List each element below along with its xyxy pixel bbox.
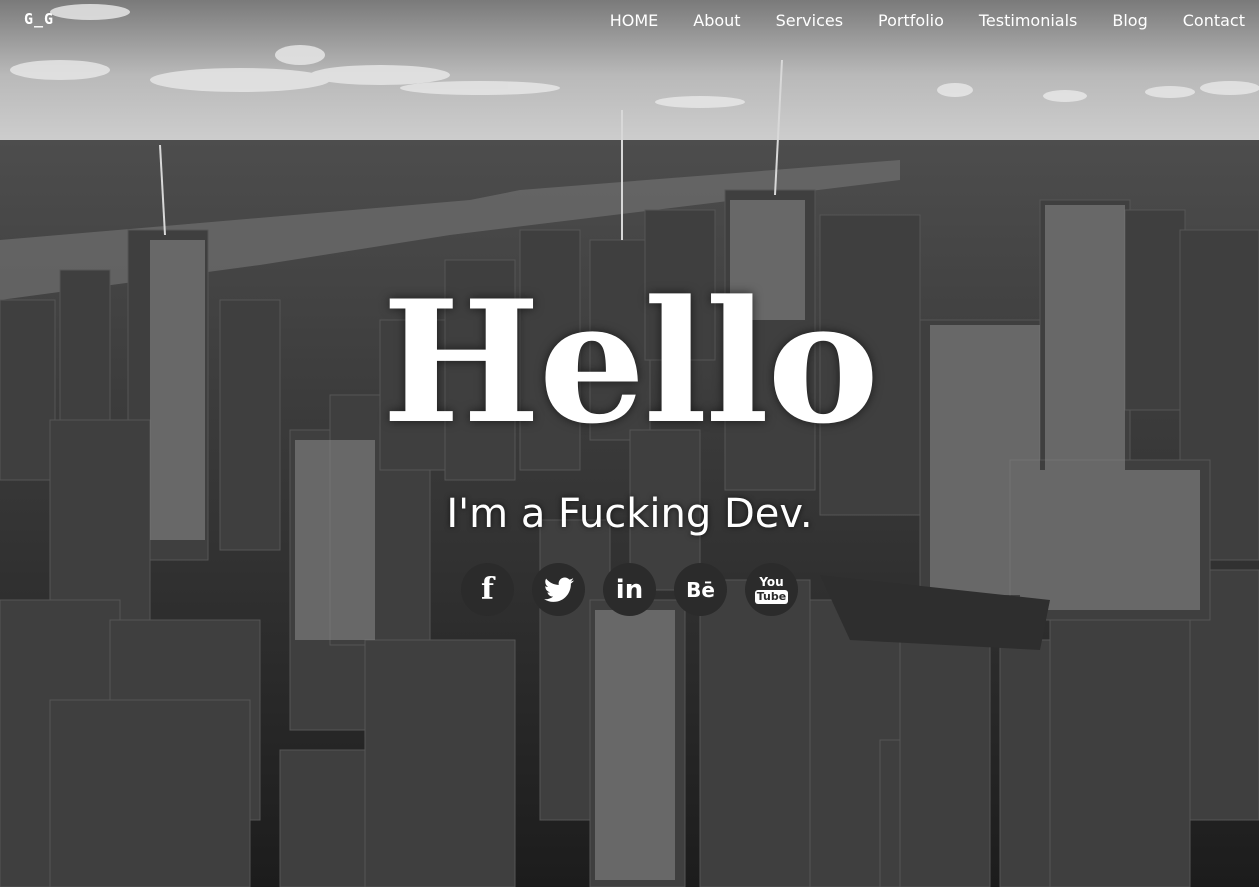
facebook-icon: f: [481, 572, 494, 607]
hero-section: G_G HOME About Services Portfolio Testim…: [0, 0, 1259, 887]
linkedin-icon: in: [615, 574, 644, 605]
main-nav: HOME About Services Portfolio Testimonia…: [575, 0, 1245, 40]
hero-heading: Hello: [381, 263, 879, 461]
nav-item-contact[interactable]: Contact: [1183, 11, 1245, 30]
twitter-button[interactable]: [532, 563, 585, 616]
twitter-icon: [543, 577, 574, 602]
nav-item-home[interactable]: HOME: [610, 11, 659, 30]
facebook-button[interactable]: f: [461, 563, 514, 616]
youtube-icon-bottom: Tube: [754, 590, 789, 604]
youtube-icon: You Tube: [754, 575, 789, 604]
site-logo[interactable]: G_G: [24, 10, 54, 28]
nav-item-about[interactable]: About: [693, 11, 740, 30]
nav-item-portfolio[interactable]: Portfolio: [878, 11, 944, 30]
linkedin-button[interactable]: in: [603, 563, 656, 616]
youtube-button[interactable]: You Tube: [745, 563, 798, 616]
behance-button[interactable]: Bē: [674, 563, 727, 616]
social-links: f in Bē You Tube: [0, 563, 1259, 616]
nav-item-testimonials[interactable]: Testimonials: [979, 11, 1078, 30]
nav-item-services[interactable]: Services: [776, 11, 843, 30]
hero-tagline: I'm a Fucking Dev.: [446, 491, 813, 537]
nav-item-blog[interactable]: Blog: [1112, 11, 1147, 30]
youtube-icon-top: You: [759, 575, 784, 589]
behance-icon: Bē: [686, 577, 715, 602]
